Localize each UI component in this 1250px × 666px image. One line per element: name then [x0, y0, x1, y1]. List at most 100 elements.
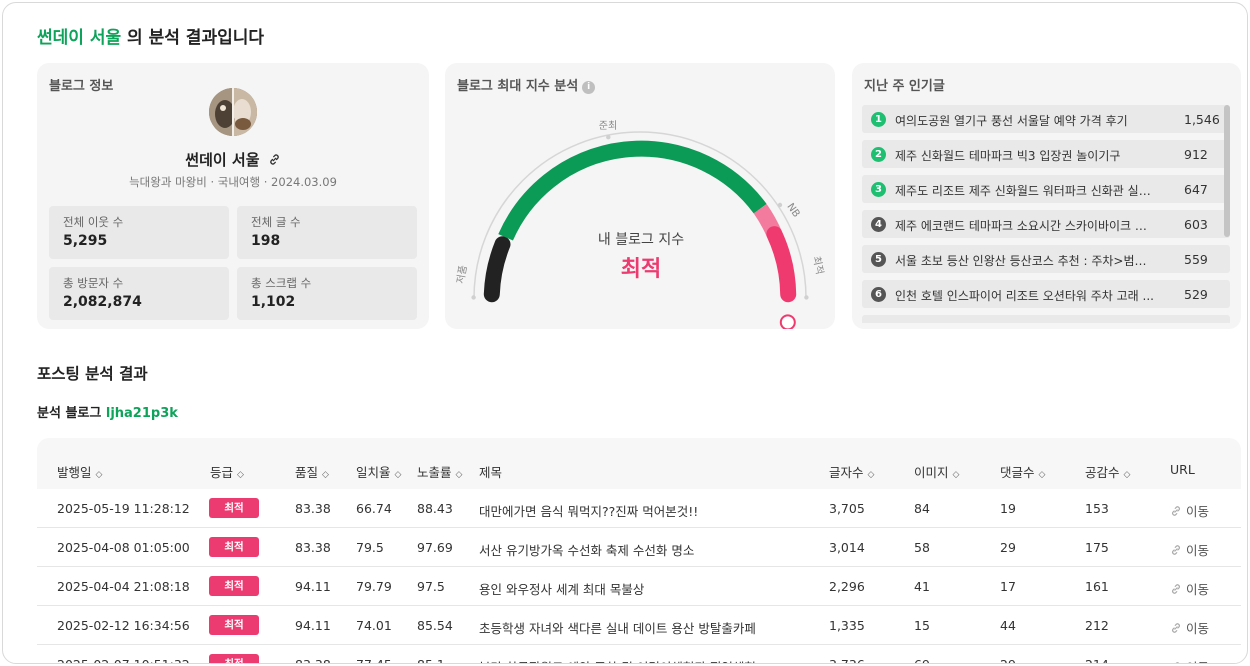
url-link-label: 이동 — [1186, 543, 1210, 558]
col-title-cell[interactable]: 대만에가면 음식 뭐먹지??진짜 먹어본것!! — [479, 501, 698, 520]
gauge-caption: 내 블로그 지수 — [598, 232, 684, 248]
col-quality-cell: 94.11 — [295, 579, 331, 594]
sort-icon: ◇ — [237, 470, 244, 480]
popular-item-count: 603 — [1184, 217, 1208, 232]
column-label: 제목 — [479, 465, 503, 480]
col-match-cell: 77.45 — [356, 657, 392, 663]
col-exposure-cell: 97.5 — [417, 579, 445, 594]
col-images-header[interactable]: 이미지 ◇ — [914, 462, 959, 481]
popular-item[interactable]: 3 제주도 리조트 제주 신화월드 워터파크 신화관 실내... 647 — [862, 175, 1230, 203]
blog-index-card: 블로그 최대 지수 분석 i 저품 준최 NB 최적 내 블로그 지수 최적 — [445, 63, 835, 329]
popular-item-title: 여의도공원 열기구 풍선 서울달 예약 가격 후기 — [895, 114, 1128, 128]
col-quality-header[interactable]: 품질 ◇ — [295, 462, 329, 481]
grade-badge: 최적 — [209, 654, 259, 663]
col-title-cell[interactable]: 초등학생 자녀와 색다른 실내 데이트 용산 방탈출카페 — [479, 618, 756, 637]
url-link[interactable]: 이동 — [1170, 501, 1209, 520]
gauge-tick-top — [804, 295, 809, 300]
column-label: 품질 — [295, 465, 319, 480]
col-exposure-header[interactable]: 노출률 ◇ — [417, 462, 462, 481]
col-date-header[interactable]: 발행일 ◇ — [57, 462, 102, 481]
url-link-label: 이동 — [1186, 582, 1210, 597]
popular-item[interactable]: 1 여의도공원 열기구 풍선 서울달 예약 가격 후기 1,546 — [862, 105, 1230, 133]
rank-badge: 6 — [871, 287, 886, 302]
gauge-label-top: 최적 — [810, 255, 826, 275]
col-images-cell: 84 — [914, 501, 930, 516]
column-label: 글자수 — [829, 465, 864, 480]
popular-item-count: 559 — [1184, 252, 1208, 267]
col-match-header[interactable]: 일치율 ◇ — [356, 462, 401, 481]
col-title-cell[interactable]: 서산 유기방가옥 수선화 축제 수선화 명소 — [479, 540, 694, 559]
popular-posts-title: 지난 주 인기글 — [864, 79, 945, 94]
column-label: 일치율 — [356, 465, 391, 480]
col-likes-cell: 175 — [1085, 540, 1109, 555]
grade-badge: 최적 — [209, 615, 259, 635]
popular-item[interactable]: 6 인천 호텔 인스파이어 리조트 오션타워 주차 고래 ... 529 — [862, 280, 1230, 308]
col-likes-cell: 153 — [1085, 501, 1109, 516]
col-date-cell: 2025-02-07 10:51:32 — [57, 657, 190, 663]
col-match-cell: 74.01 — [356, 618, 392, 633]
page-title-suffix: 의 분석 결과입니다 — [121, 28, 265, 48]
popular-item-count: 912 — [1184, 147, 1208, 162]
stat-value: 198 — [251, 233, 281, 249]
col-title-cell[interactable]: 용인 와우정사 세계 최대 목불상 — [479, 579, 644, 598]
popular-item-title: 서울 초보 등산 인왕산 등산코스 추천 : 주차>범바... — [895, 254, 1155, 268]
column-label: 댓글수 — [1000, 465, 1035, 480]
table-row[interactable]: 2025-02-12 16:34:56 최적 94.11 74.01 85.54 초등학생… — [37, 606, 1241, 645]
popular-scrollbar[interactable] — [1224, 105, 1230, 237]
col-grade-header[interactable]: 등급 ◇ — [210, 462, 244, 481]
url-link-label: 이동 — [1186, 504, 1210, 519]
column-label: 공감수 — [1085, 465, 1120, 480]
table-row[interactable]: 2025-05-19 11:28:12 최적 83.38 66.74 88.43 대만에가… — [37, 489, 1241, 528]
table-row[interactable]: 2025-04-08 01:05:00 최적 83.38 79.5 97.69 서산 유기… — [37, 528, 1241, 567]
col-quality-cell: 83.38 — [295, 540, 331, 555]
url-link[interactable]: 이동 — [1170, 540, 1209, 559]
col-match-cell: 79.79 — [356, 579, 392, 594]
link-icon — [1172, 623, 1180, 633]
column-label: URL — [1170, 462, 1195, 477]
posting-table: 발행일 ◇ 등급 ◇ 품질 ◇ 일치율 ◇ 노출률 ◇ 제목 글자수 ◇ 이미지 ◇ 댓글수 ◇ 공감수 ◇ URL … — [37, 438, 1241, 663]
avatar — [209, 88, 257, 136]
stat-value: 1,102 — [251, 294, 296, 310]
col-exposure-cell: 88.43 — [417, 501, 453, 516]
col-comments-cell: 17 — [1000, 579, 1016, 594]
stat-label: 전체 이웃 수 — [63, 215, 124, 229]
col-title-cell[interactable]: 분당 한국잡월드 예약 주차 팁 어린이체험관 직업체험 — [479, 657, 756, 663]
popular-item[interactable]: 5 서울 초보 등산 인왕산 등산코스 추천 : 주차>범바... 559 — [862, 245, 1230, 273]
popular-item-count: 529 — [1184, 287, 1208, 302]
col-quality-cell: 83.38 — [295, 501, 331, 516]
column-label: 등급 — [210, 465, 234, 480]
col-date-cell: 2025-02-12 16:34:56 — [57, 618, 190, 633]
link-icon — [1172, 584, 1180, 594]
sort-icon: ◇ — [455, 470, 463, 480]
gauge-result: 최적 — [621, 257, 661, 282]
sort-icon: ◇ — [95, 470, 103, 480]
analysis-page: 썬데이 서울 의 분석 결과입니다 블로그 정보 썬데이 서울 늑대왕과 마왕비… — [2, 2, 1248, 664]
col-comments-cell: 19 — [1000, 501, 1016, 516]
stat-label: 총 방문자 수 — [63, 276, 124, 290]
table-row[interactable]: 2025-02-07 10:51:32 최적 83.38 77.45 85.1 분당 한국… — [37, 645, 1241, 663]
url-link[interactable]: 이동 — [1170, 618, 1209, 637]
stat-value: 5,295 — [63, 233, 108, 249]
col-chars-header[interactable]: 글자수 ◇ — [829, 462, 874, 481]
url-link[interactable]: 이동 — [1170, 657, 1209, 663]
popular-item-title: 제주도 리조트 제주 신화월드 워터파크 신화관 실내... — [895, 184, 1155, 198]
col-likes-header[interactable]: 공감수 ◇ — [1085, 462, 1130, 481]
stat-scraps: 총 스크랩 수 1,102 — [237, 267, 417, 320]
link-icon[interactable] — [268, 153, 281, 166]
analysis-blog-label: 분석 블로그 ljha21p3k — [37, 402, 178, 421]
rank-badge: 5 — [871, 252, 886, 267]
col-chars-cell: 3,014 — [829, 540, 865, 555]
column-label: 이미지 — [914, 465, 949, 480]
popular-item-title: 제주 에코랜드 테마파크 소요시간 스카이바이크 제... — [895, 219, 1155, 233]
url-link-label: 이동 — [1186, 621, 1210, 636]
url-link[interactable]: 이동 — [1170, 579, 1209, 598]
sort-icon: ◇ — [394, 470, 402, 480]
col-comments-header[interactable]: 댓글수 ◇ — [1000, 462, 1045, 481]
col-title-header: 제목 — [479, 462, 502, 481]
col-chars-cell: 1,335 — [829, 618, 865, 633]
popular-item[interactable]: 2 제주 신화월드 테마파크 빅3 입장권 놀이기구 912 — [862, 140, 1230, 168]
column-label: 노출률 — [417, 465, 452, 480]
table-row[interactable]: 2025-04-04 21:08:18 최적 94.11 79.79 97.5 용인 와우… — [37, 567, 1241, 606]
page-title-blog-name: 썬데이 서울 — [37, 28, 122, 48]
popular-item[interactable]: 4 제주 에코랜드 테마파크 소요시간 스카이바이크 제... 603 — [862, 210, 1230, 238]
